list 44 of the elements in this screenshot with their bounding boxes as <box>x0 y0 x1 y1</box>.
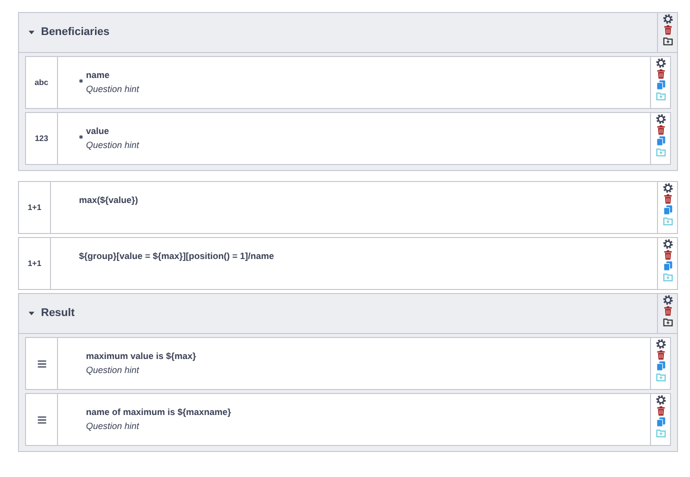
settings-icon[interactable] <box>662 295 672 305</box>
folder-icon[interactable] <box>662 36 672 46</box>
copy-icon[interactable] <box>662 205 672 215</box>
question-title: value <box>86 125 110 137</box>
trash-icon[interactable] <box>662 250 672 260</box>
group-title: Beneficiaries <box>41 25 110 40</box>
caret-icon[interactable] <box>28 29 35 36</box>
question-hint: Question hint <box>86 83 140 95</box>
copy-icon[interactable] <box>662 261 672 271</box>
copy-icon[interactable] <box>656 417 666 427</box>
trash-icon[interactable] <box>656 406 666 416</box>
question-title: max(${value}) <box>79 194 138 206</box>
settings-icon[interactable] <box>656 58 666 68</box>
question-title: name of maximum is ${maxname} <box>86 406 232 418</box>
question-type-label: 1+1 <box>28 258 42 270</box>
caret-icon[interactable] <box>28 310 35 317</box>
question-hint: Question hint <box>86 420 140 432</box>
question-title: ${group}[value = ${max}][position() = 1]/name <box>79 250 274 262</box>
question-type-label: 1+1 <box>28 202 42 214</box>
question-hint: Question hint <box>86 364 140 376</box>
settings-icon[interactable] <box>656 339 666 349</box>
settings-icon[interactable] <box>662 183 672 193</box>
question-type-label: 123 <box>34 132 48 144</box>
settings-icon[interactable] <box>662 239 672 249</box>
trash-icon[interactable] <box>662 306 672 316</box>
settings-icon[interactable] <box>662 14 672 24</box>
group-title: Result <box>41 306 75 322</box>
trash-icon[interactable] <box>656 350 666 360</box>
trash-icon[interactable] <box>656 125 666 135</box>
settings-icon[interactable] <box>656 395 666 405</box>
trash-icon[interactable] <box>662 25 672 35</box>
trash-icon[interactable] <box>662 194 672 204</box>
copy-icon[interactable] <box>656 361 666 371</box>
copy-icon[interactable] <box>656 80 666 90</box>
menu-icon <box>36 414 46 424</box>
question-hint: Question hint <box>86 139 140 151</box>
question-type-label: abc <box>34 76 48 88</box>
menu-icon <box>36 358 46 368</box>
copy-icon[interactable] <box>656 136 666 146</box>
folder-icon[interactable] <box>662 317 672 327</box>
question-title: name <box>86 69 111 81</box>
settings-icon[interactable] <box>656 114 666 124</box>
question-title: maximum value is ${max} <box>86 350 196 362</box>
trash-icon[interactable] <box>656 69 666 79</box>
